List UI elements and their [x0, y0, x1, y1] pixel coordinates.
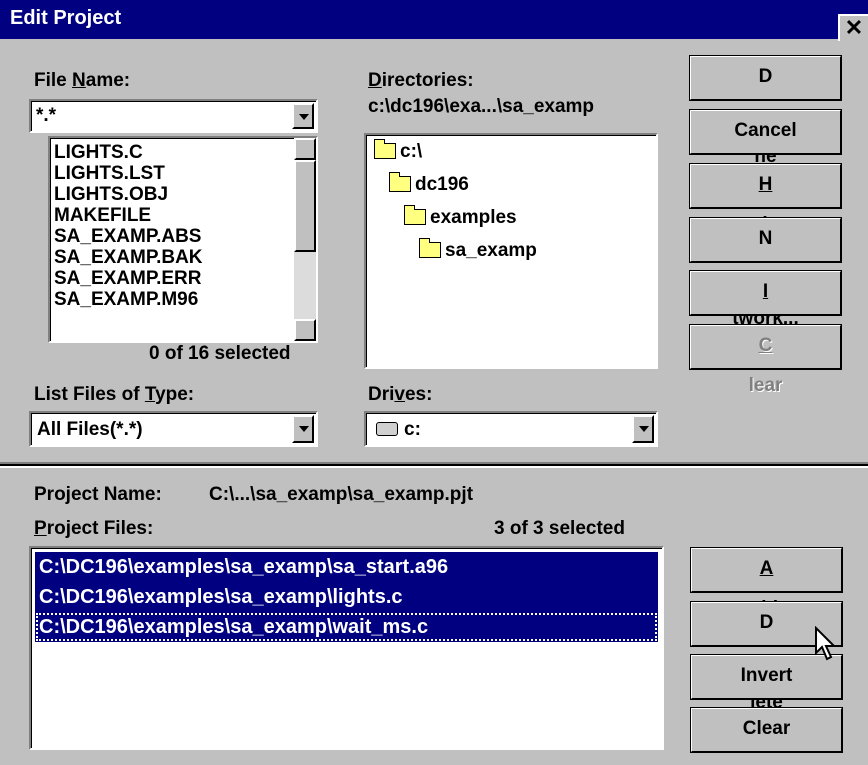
drives-select[interactable]: c:	[364, 411, 658, 447]
add-button[interactable]: Add	[690, 547, 843, 619]
drives-value: c:	[404, 419, 421, 440]
file-name-label: File Name:	[34, 70, 131, 91]
title-bar: Edit Project ✕	[0, 0, 868, 41]
close-button[interactable]: ✕	[838, 14, 868, 41]
file-list-item[interactable]: SA_EXAMP.M96	[54, 289, 198, 310]
directory-item[interactable]: sa_examp	[419, 238, 537, 262]
file-list-item[interactable]: MAKEFILE	[54, 205, 151, 226]
file-list-item[interactable]: SA_EXAMP.BAK	[54, 247, 203, 268]
network-button[interactable]: Network...	[689, 217, 842, 329]
scroll-up-arrow-icon[interactable]	[294, 138, 316, 160]
close-icon: ✕	[844, 15, 864, 40]
file-list-item[interactable]: LIGHTS.OBJ	[54, 184, 168, 205]
mouse-cursor-icon	[815, 626, 837, 661]
project-files-list[interactable]: C:\DC196\examples\sa_examp\sa_start.a96 C…	[29, 546, 664, 750]
project-file-row[interactable]: C:\DC196\examples\sa_examp\lights.c	[35, 582, 658, 612]
file-list-item[interactable]: LIGHTS.C	[54, 142, 143, 163]
drives-label: Drives:	[368, 384, 433, 405]
scroll-down-arrow-icon[interactable]	[294, 319, 316, 341]
directory-item[interactable]: c:\	[374, 139, 422, 163]
file-selected-count: 0 of 16 selected	[149, 343, 291, 364]
invert-button[interactable]: Invert	[689, 270, 842, 342]
directory-tree[interactable]: c:\ dc196 examples sa_examp	[364, 133, 658, 369]
list-type-dropdown-arrow-icon[interactable]	[292, 415, 314, 443]
file-name-input[interactable]: *.*	[36, 105, 56, 127]
file-name-combo[interactable]: *.*	[29, 99, 318, 133]
scroll-thumb[interactable]	[294, 160, 316, 252]
list-type-select[interactable]: All Files(*.*)	[29, 411, 318, 447]
project-file-row[interactable]: C:\DC196\examples\sa_examp\wait_ms.c	[35, 612, 658, 642]
directory-item[interactable]: dc196	[389, 172, 469, 196]
done-button[interactable]: Done	[689, 55, 842, 167]
file-list-item[interactable]: LIGHTS.LST	[54, 163, 165, 184]
clear-button[interactable]: Clear	[689, 324, 842, 396]
file-name-dropdown-arrow-icon[interactable]	[292, 103, 314, 129]
drives-dropdown-arrow-icon[interactable]	[632, 415, 654, 443]
file-list-item[interactable]: SA_EXAMP.ABS	[54, 226, 201, 247]
project-clear-button[interactable]: Clear	[690, 707, 843, 753]
list-type-value: All Files(*.*)	[37, 419, 143, 440]
file-list[interactable]: LIGHTS.C LIGHTS.LST LIGHTS.OBJ MAKEFILE SA_E…	[48, 136, 318, 343]
folder-icon	[404, 205, 426, 225]
window-title: Edit Project	[10, 7, 122, 29]
directory-item[interactable]: examples	[404, 205, 517, 229]
cancel-button[interactable]: Cancel	[689, 109, 842, 155]
folder-icon	[419, 238, 441, 258]
drive-icon	[376, 422, 398, 436]
project-name-label: Project Name:	[34, 484, 162, 505]
list-type-label: List Files of Type:	[34, 384, 195, 405]
project-files-label: Project Files:	[34, 518, 154, 539]
help-button[interactable]: Help	[689, 163, 842, 235]
project-selected-count: 3 of 3 selected	[494, 518, 625, 539]
project-file-row[interactable]: C:\DC196\examples\sa_examp\sa_start.a96	[35, 552, 658, 582]
file-list-scrollbar[interactable]	[294, 138, 316, 341]
directories-path: c:\dc196\exa...\sa_examp	[368, 96, 595, 117]
folder-icon	[374, 139, 396, 159]
file-list-item[interactable]: SA_EXAMP.ERR	[54, 268, 201, 289]
folder-icon	[389, 172, 411, 192]
project-name-value: C:\...\sa_examp\sa_examp.pjt	[209, 484, 474, 505]
directories-label: Directories:	[368, 70, 474, 91]
